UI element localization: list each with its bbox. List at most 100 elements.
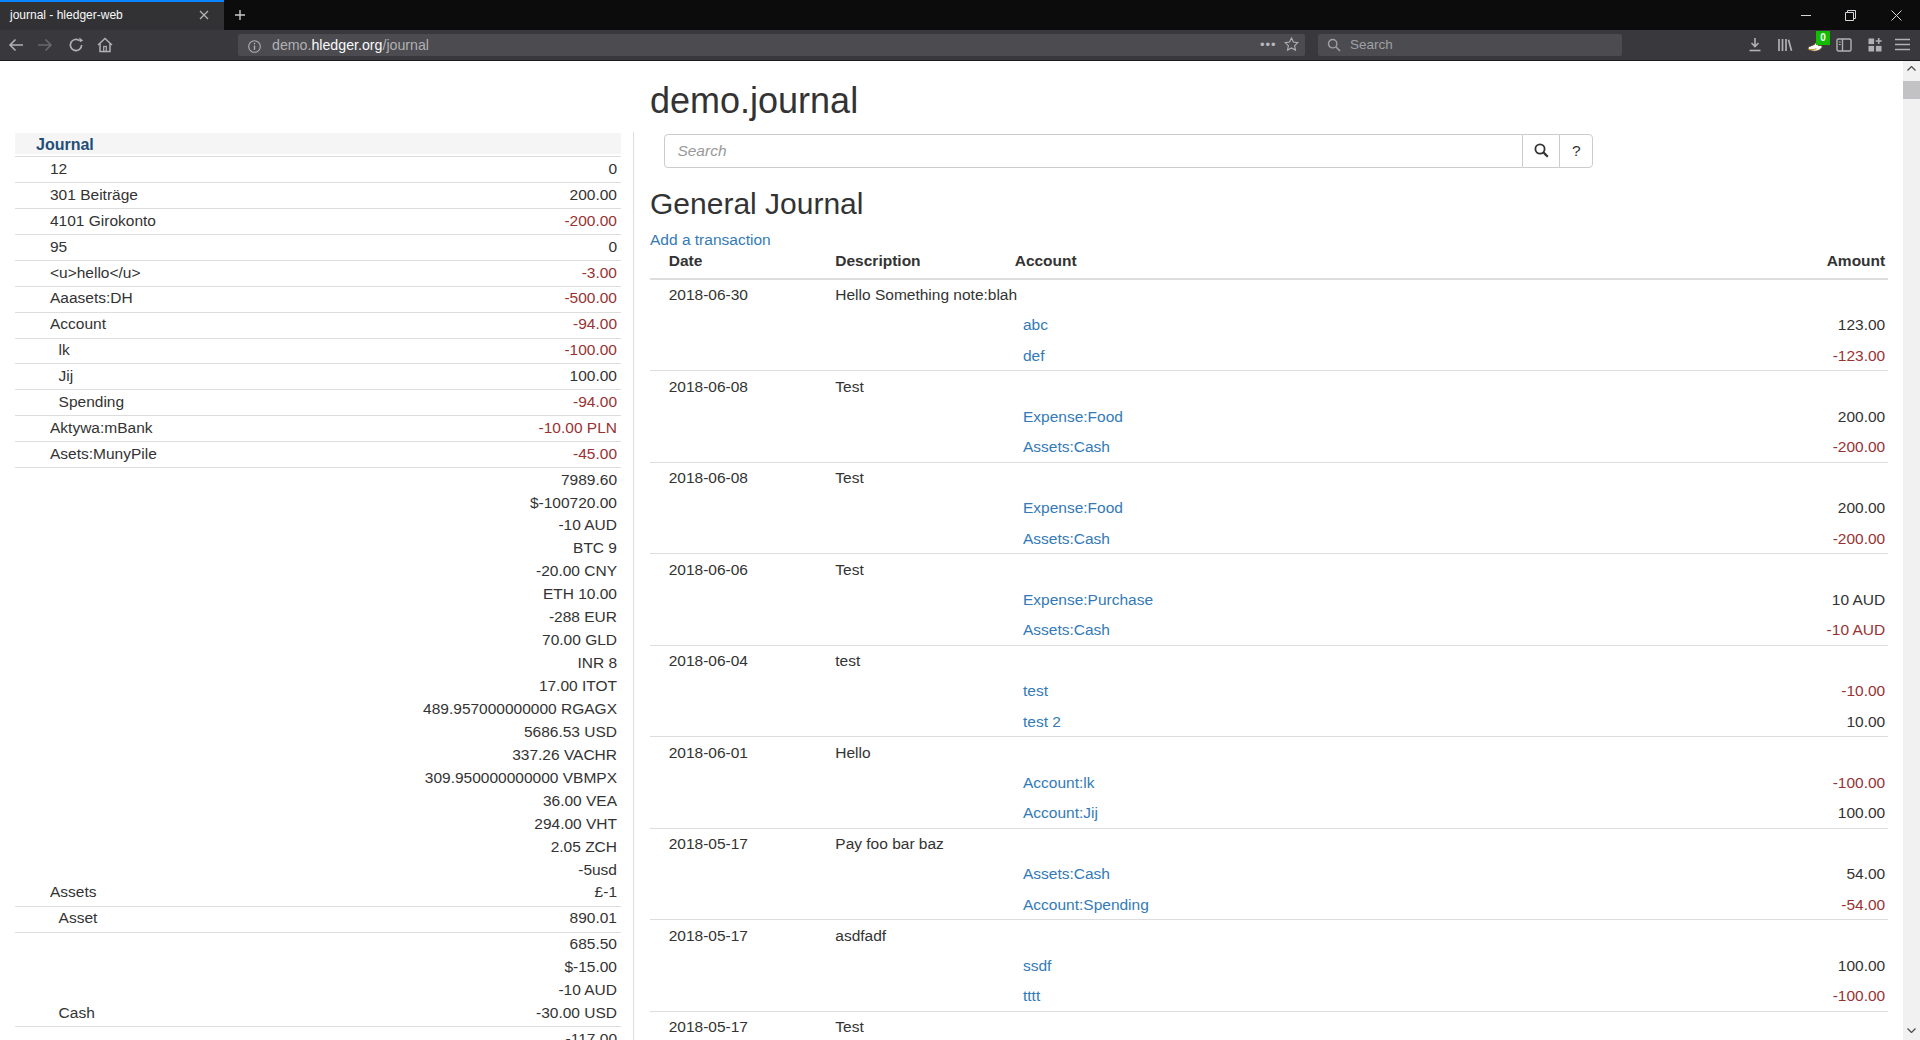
search-input[interactable]: [664, 134, 1523, 168]
balance-amount: $-100720.00: [530, 494, 617, 511]
posting-account-link[interactable]: Assets:Cash: [1023, 438, 1110, 455]
sidebar-account-link[interactable]: Assets: [50, 883, 97, 900]
sidebar-account-link[interactable]: Spending: [59, 393, 125, 410]
posting-account-link[interactable]: Assets:Cash: [1023, 621, 1110, 638]
sidebar-account-row: -117.00: [15, 1027, 621, 1040]
window-minimize-button[interactable]: [1783, 0, 1828, 30]
menu-hamburger-icon[interactable]: [1895, 37, 1911, 53]
sidebar-account-link[interactable]: lk: [59, 341, 70, 358]
bookmark-star-icon[interactable]: [1284, 37, 1299, 56]
empty-cell: [650, 615, 835, 646]
new-tab-button[interactable]: [232, 7, 248, 23]
posting-account-link[interactable]: tttt: [1023, 987, 1040, 1004]
sidebar-account-row: 12 0: [15, 157, 621, 183]
site-info-icon[interactable]: [248, 39, 261, 57]
posting-row: Account:Jij100.00: [650, 798, 1888, 829]
empty-cell: [835, 584, 1014, 614]
posting-account-link[interactable]: def: [1023, 347, 1045, 364]
sidebar-account-link[interactable]: Aaasets:DH: [50, 289, 133, 306]
extensions-grid-icon[interactable]: [1867, 37, 1883, 53]
sidebar-journal-link[interactable]: Journal: [36, 136, 94, 153]
column-header-account: Account: [1015, 246, 1415, 279]
posting-account-link[interactable]: abc: [1023, 316, 1048, 333]
balance-amount: -5usd: [578, 861, 617, 878]
empty-cell: [650, 859, 835, 889]
posting-account-link[interactable]: Assets:Cash: [1023, 530, 1110, 547]
sidebar-account-link[interactable]: <u>hello</u>: [50, 264, 141, 281]
sidebar-account-name: Spending: [15, 390, 345, 416]
empty-cell: [1015, 645, 1415, 676]
posting-account-link[interactable]: ssdf: [1023, 957, 1051, 974]
back-icon[interactable]: [8, 37, 24, 53]
posting-account-link[interactable]: Assets:Cash: [1023, 865, 1110, 882]
sidebar-account-link[interactable]: Asets:MunyPile: [50, 445, 157, 462]
posting-account-link[interactable]: Expense:Food: [1023, 408, 1123, 425]
posting-account-link[interactable]: test 2: [1023, 713, 1061, 730]
sidebar-account-balance[interactable]: -117.00: [345, 1027, 621, 1040]
posting-account-link[interactable]: Expense:Purchase: [1023, 591, 1153, 608]
home-icon[interactable]: [97, 37, 113, 53]
posting-account-link[interactable]: Account:Spending: [1023, 896, 1149, 913]
browser-search-bar[interactable]: Search: [1318, 34, 1622, 56]
posting-account-link[interactable]: Account:Jij: [1023, 804, 1098, 821]
url-bar[interactable]: demo.hledger.org/journal •••: [238, 34, 1305, 56]
sidebar-account-balance[interactable]: 100.00: [345, 364, 621, 390]
window-close-button[interactable]: [1874, 0, 1919, 30]
downloads-icon[interactable]: [1747, 37, 1763, 53]
sidebar-account-balance[interactable]: 685.50$-15.00-10 AUD-30.00 USD: [345, 932, 621, 1027]
balance-amount: -20.00 CNY: [536, 562, 617, 579]
scrollbar-up-icon[interactable]: [1903, 61, 1920, 78]
transaction-description: Hello Something note:blah: [835, 279, 1014, 310]
forward-icon[interactable]: [37, 37, 53, 53]
posting-account-link[interactable]: Account:lk: [1023, 774, 1095, 791]
balance-amount: 685.50: [570, 935, 617, 952]
sidebar-account-balance[interactable]: 7989.60$-100720.00-10 AUDBTC 9-20.00 CNY…: [345, 467, 621, 906]
sidebar-account-balance[interactable]: -94.00: [345, 390, 621, 416]
balance-amount: INR 8: [577, 654, 617, 671]
sidebar-account-balance[interactable]: -45.00: [345, 442, 621, 468]
sidebar-account-balance[interactable]: 0: [345, 157, 621, 183]
tab-close-icon[interactable]: [196, 7, 212, 23]
balance-amount: 337.26 VACHR: [512, 746, 617, 763]
sidebar-account-balance[interactable]: 0: [345, 235, 621, 261]
help-button[interactable]: ?: [1559, 134, 1593, 168]
scrollbar-thumb[interactable]: [1903, 81, 1920, 99]
vertical-scrollbar[interactable]: [1903, 61, 1920, 1040]
sidebar-account-balance[interactable]: -3.00: [345, 260, 621, 286]
scrollbar-down-icon[interactable]: [1903, 1023, 1920, 1040]
sidebar-account-balance[interactable]: 200.00: [345, 183, 621, 209]
window-restore-button[interactable]: [1828, 0, 1873, 30]
sidebar-account-balance[interactable]: -200.00: [345, 209, 621, 235]
sidebar-account-link[interactable]: Account: [50, 315, 106, 332]
sidebar-account-link[interactable]: Asset: [59, 909, 98, 926]
balance-amount: -10 AUD: [558, 981, 617, 998]
sidebar-account-link[interactable]: 95: [50, 238, 67, 255]
empty-cell: [650, 706, 835, 737]
sidebar-account-balance[interactable]: 890.01: [345, 906, 621, 932]
posting-account-cell: Account:lk: [1015, 767, 1415, 797]
page-actions-icon[interactable]: •••: [1260, 37, 1277, 53]
search-submit-button[interactable]: [1523, 134, 1561, 168]
posting-account-link[interactable]: test: [1023, 682, 1048, 699]
posting-account-link[interactable]: Expense:Food: [1023, 499, 1123, 516]
sidebar-account-balance[interactable]: -94.00: [345, 312, 621, 338]
posting-account-cell: Assets:Cash: [1015, 523, 1415, 554]
sidebar-account-balance[interactable]: -10.00 PLN: [345, 416, 621, 442]
sidebar-account-row: Assets 7989.60$-100720.00-10 AUDBTC 9-20.…: [15, 467, 621, 906]
empty-cell: [835, 340, 1014, 371]
browser-tab-active[interactable]: journal - hledger-web: [0, 0, 224, 30]
sidebar-account-balance[interactable]: -100.00: [345, 338, 621, 364]
reload-icon[interactable]: [68, 37, 84, 53]
library-icon[interactable]: [1777, 37, 1793, 53]
sidebar-account-balance[interactable]: -500.00: [345, 286, 621, 312]
sidebar-account-link[interactable]: 301 Beiträge: [50, 186, 138, 203]
sidebars-icon[interactable]: [1836, 37, 1852, 53]
sidebar-account-link[interactable]: Cash: [59, 1004, 95, 1021]
sidebar-account-link[interactable]: 12: [50, 160, 67, 177]
extension-bird-icon[interactable]: 0: [1806, 37, 1822, 53]
sidebar-account-link[interactable]: 4101 Girokonto: [50, 212, 156, 229]
transaction-date: 2018-06-30: [650, 279, 835, 310]
sidebar-account-link[interactable]: Jij: [59, 367, 74, 384]
balance-amount: -117.00: [566, 1030, 617, 1040]
sidebar-account-link[interactable]: Aktywa:mBank: [50, 419, 153, 436]
